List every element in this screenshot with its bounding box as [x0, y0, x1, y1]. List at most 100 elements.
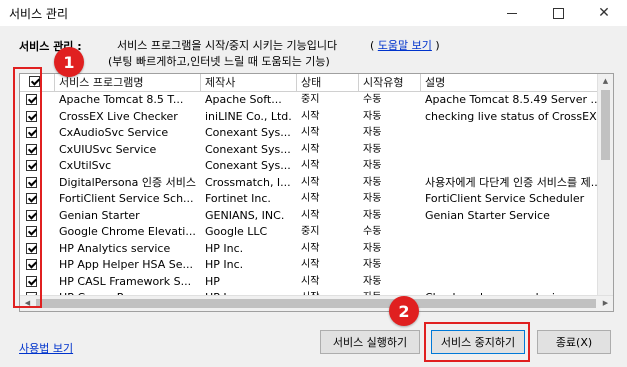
cell-name: Google Chrome Elevati...	[59, 225, 196, 238]
service-list[interactable]: 서비스 프로그램명 제작사 상태 시작유형 설명 Apache Tomcat 8…	[19, 73, 614, 312]
cell-vendor: HP Inc.	[205, 241, 244, 255]
cell-start-type: 자동	[363, 193, 382, 204]
cell-status: 시작	[301, 242, 320, 254]
cell-start-type: 자동	[363, 127, 382, 138]
maximize-button[interactable]	[535, 0, 581, 26]
cell-description	[421, 142, 598, 158]
cell-start-type: 자동	[363, 275, 382, 287]
cell-name: Apache Tomcat 8.5 T...	[59, 93, 184, 106]
cell-start-type: 자동	[363, 143, 382, 155]
horizontal-scrollbar[interactable]: ◀ ▶	[20, 295, 613, 311]
cell-vendor: GENIANS, INC.	[205, 208, 285, 222]
scroll-right-icon[interactable]: ▶	[598, 296, 613, 311]
cell-status: 시작	[301, 143, 320, 155]
cell-status: 시작	[301, 176, 320, 188]
header-description[interactable]: 설명	[421, 74, 598, 91]
cell-vendor: Conexant Sys...	[205, 126, 291, 139]
help-link[interactable]: 도움말 보기	[378, 39, 432, 52]
cell-name: FortiClient Service Sch...	[59, 192, 194, 205]
cell-vendor: Fortinet Inc.	[205, 192, 271, 205]
stop-button-highlight	[424, 322, 530, 362]
cell-name: HP CASL Framework S...	[59, 274, 192, 288]
annotation-badge-1: 1	[54, 47, 84, 77]
vertical-scrollbar[interactable]: ▲	[597, 74, 613, 296]
cell-description	[421, 274, 598, 290]
list-header: 서비스 프로그램명 제작사 상태 시작유형 설명	[20, 74, 613, 92]
annotation-badge-2: 2	[389, 296, 419, 326]
header-name[interactable]: 서비스 프로그램명	[55, 74, 201, 91]
cell-name: DigitalPersona 인증 서비스	[59, 175, 196, 189]
horizontal-scroll-thumb[interactable]	[36, 299, 596, 308]
cell-description	[421, 241, 598, 257]
table-row[interactable]: Google Chrome Elevati... Google LLC 중지 수동	[20, 224, 598, 241]
help-area: ( 도움말 보기 )	[370, 39, 440, 52]
table-row[interactable]: Apache Tomcat 8.5 T... Apache Soft... 중지 수동…	[20, 92, 598, 109]
cell-status: 시작	[301, 209, 320, 221]
table-row[interactable]: HP Analytics service HP Inc. 시작 자동	[20, 241, 598, 258]
cell-name: CrossEX Live Checker	[59, 109, 178, 123]
checkbox-column-highlight	[13, 67, 42, 308]
cell-status: 시작	[301, 259, 320, 270]
exit-button[interactable]: 종료(X)	[537, 330, 611, 354]
cell-status: 중지	[301, 94, 320, 105]
description-line-2: (부팅 빠르게하고,인터넷 느릴 때 도움되는 기능)	[108, 55, 330, 68]
table-row[interactable]: HP CASL Framework S... HP 시작 자동	[20, 274, 598, 291]
cell-status: 시작	[301, 160, 320, 171]
cell-vendor: Conexant Sys...	[205, 142, 291, 156]
title-bar: 서비스 관리 ✕	[0, 0, 627, 26]
cell-status: 시작	[301, 275, 320, 287]
header-vendor[interactable]: 제작사	[201, 74, 297, 91]
header-start-type[interactable]: 시작유형	[359, 74, 421, 91]
scroll-up-icon[interactable]: ▲	[598, 74, 613, 89]
table-row[interactable]: FortiClient Service Sch... Fortinet Inc. 시…	[20, 191, 598, 208]
cell-description	[421, 224, 598, 240]
cell-start-type: 수동	[363, 226, 382, 237]
cell-vendor: iniLINE Co., Ltd.	[205, 109, 292, 123]
cell-description: FortiClient Service Scheduler	[425, 192, 585, 205]
maximize-icon	[552, 7, 564, 19]
table-row[interactable]: CxUIUSvc Service Conexant Sys... 시작 자동	[20, 142, 598, 159]
cell-name: CxUIUSvc Service	[59, 142, 157, 156]
cell-start-type: 자동	[363, 160, 382, 171]
cell-start-type: 자동	[363, 259, 382, 270]
minimize-icon	[507, 12, 517, 14]
cell-name: Genian Starter	[59, 208, 140, 222]
description-line-1: 서비스 프로그램을 시작/중지 시키는 기능입니다	[117, 39, 338, 52]
cell-name: HP App Helper HSA Se...	[59, 258, 193, 271]
cell-description: 사용자에게 다단계 인증 서비스를 제...	[425, 175, 598, 189]
cell-name: CxUtilSvc	[59, 159, 112, 172]
list-rows: Apache Tomcat 8.5 T... Apache Soft... 중지 수동…	[20, 92, 598, 307]
cell-description	[421, 158, 598, 174]
close-icon: ✕	[598, 5, 610, 21]
usage-link[interactable]: 사용법 보기	[19, 340, 73, 356]
cell-name: HP Analytics service	[59, 241, 171, 255]
table-row[interactable]: HP App Helper HSA Se... HP Inc. 시작 자동	[20, 257, 598, 274]
cell-vendor: Google LLC	[205, 225, 268, 238]
cell-status: 시작	[301, 110, 320, 122]
run-service-button[interactable]: 서비스 실행하기	[320, 330, 420, 354]
cell-status: 시작	[301, 193, 320, 204]
cell-start-type: 수동	[363, 94, 382, 105]
cell-description: checking live status of CrossEX.	[425, 109, 598, 123]
cell-description: Apache Tomcat 8.5.49 Server ...	[425, 93, 598, 106]
cell-name: CxAudioSvc Service	[59, 126, 169, 139]
minimize-button[interactable]	[489, 0, 535, 26]
cell-vendor: HP	[205, 274, 220, 288]
table-row[interactable]: Genian Starter GENIANS, INC. 시작 자동 Genian St…	[20, 208, 598, 225]
table-row[interactable]: CxAudioSvc Service Conexant Sys... 시작 자동	[20, 125, 598, 142]
cell-vendor: Conexant Sys...	[205, 159, 291, 172]
cell-description	[421, 257, 598, 273]
cell-status: 중지	[301, 226, 320, 237]
cell-start-type: 자동	[363, 176, 382, 188]
cell-description: Genian Starter Service	[425, 208, 550, 222]
vertical-scroll-thumb[interactable]	[601, 90, 610, 160]
cell-vendor: Crossmatch, I...	[205, 175, 291, 189]
table-row[interactable]: CxUtilSvc Conexant Sys... 시작 자동	[20, 158, 598, 175]
cell-vendor: HP Inc.	[205, 258, 244, 271]
table-row[interactable]: CrossEX Live Checker iniLINE Co., Ltd. 시작 자…	[20, 109, 598, 126]
close-button[interactable]: ✕	[581, 0, 627, 26]
cell-vendor: Apache Soft...	[205, 93, 282, 106]
table-row[interactable]: DigitalPersona 인증 서비스 Crossmatch, I... 시작 자…	[20, 175, 598, 192]
header-status[interactable]: 상태	[297, 74, 359, 91]
cell-start-type: 자동	[363, 209, 382, 221]
